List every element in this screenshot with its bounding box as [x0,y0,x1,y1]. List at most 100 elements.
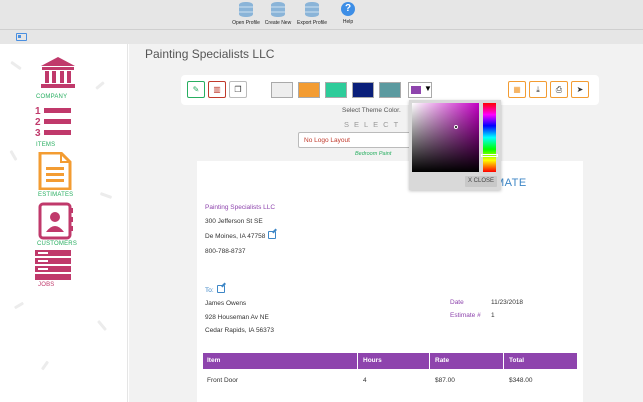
secondary-toolbar [0,30,643,44]
create-new-button[interactable]: Create New [260,2,296,29]
row-rate: $87.00 [435,377,455,384]
color-cursor[interactable] [454,125,458,129]
sidebar-toggle-icon[interactable] [16,33,27,41]
copy-icon: ❐ [234,85,242,94]
customer-street: 928 Houseman Av NE [205,314,269,321]
sidebar-item-items[interactable]: 1 2 3 ITEMS [35,104,84,154]
swatch-navy[interactable] [352,82,374,98]
sidebar-item-company[interactable]: COMPANY [36,56,84,106]
customer-name: James Owens [205,300,247,307]
estimate-document: MATE Painting Specialists LLC 300 Jeffer… [197,161,583,402]
chevron-down-icon: ▼ [424,84,432,93]
print-icon: ⎙ [555,85,563,94]
layout-name: Bedroom Paint [355,151,392,157]
to-row: To: [205,285,225,294]
swatch-teal[interactable] [379,82,401,98]
company-city-row: De Moines, IA 47758 [205,231,277,240]
company-phone: 800-788-8737 [205,248,246,255]
to-label: To: [205,287,214,294]
bank-icon [41,57,75,88]
sidebar-item-estimates-label: ESTIMATES [38,192,74,198]
color-picker-button[interactable]: ▼ [408,82,432,98]
background-pattern [99,192,113,199]
background-pattern [40,360,50,371]
open-profile-label: Open Profile [232,20,260,26]
swatch-orange[interactable] [298,82,320,98]
page-title: Painting Specialists LLC [145,47,275,61]
company-name: Painting Specialists LLC [205,204,276,211]
delete-button[interactable]: ▥ [208,81,226,98]
date-label: Date [450,299,464,306]
copy-button[interactable]: ❐ [229,81,247,98]
trash-icon: ▥ [213,85,221,94]
column-header-item: Item [207,357,221,364]
close-button[interactable]: X CLOSE [465,176,497,187]
row-hours: 4 [363,377,367,384]
background-pattern [13,301,25,310]
company-street: 300 Jefferson St SE [205,218,263,225]
sidebar-item-customers-label: CUSTOMERS [37,241,78,247]
send-button[interactable]: ➤ [571,81,589,98]
sidebar-item-items-label: ITEMS [36,142,56,148]
export-profile-button[interactable]: Export Profile [294,2,330,29]
main-content: Painting Specialists LLC ✎ ▥ ❐ ▼ ▦ ⤓ ⎙ ➤… [129,44,643,402]
contacts-icon [38,202,73,240]
sidebar-item-estimates[interactable]: ESTIMATES [36,152,84,202]
edit-icon: ✎ [192,85,200,94]
database-open-icon [239,2,253,17]
svg-text:2: 2 [35,117,41,128]
download-icon: ⤓ [536,85,540,94]
background-pattern [95,81,105,90]
estimate-toolbar: ✎ ▥ ❐ ▼ ▦ ⤓ ⎙ ➤ [181,75,599,105]
column-divider [357,353,358,369]
svg-text:1: 1 [35,106,41,117]
grid-icon: ▦ [513,85,521,94]
background-pattern [9,149,18,162]
svg-text:3: 3 [35,128,41,138]
column-header-rate: Rate [435,357,450,364]
sidebar: COMPANY 1 2 3 ITEMS ESTIMATES CUSTOMERS … [0,44,128,402]
background-pattern [10,60,22,71]
open-profile-button[interactable]: Open Profile [228,2,264,29]
swatch-gray[interactable] [271,82,293,98]
app-toolbar: Open Profile Create New Export Profile ?… [0,0,643,30]
date-value: 11/23/2018 [491,299,524,306]
table-header: Item Hours Rate Total [203,353,577,369]
database-export-icon [305,2,319,17]
estimate-number-value: 1 [491,312,495,319]
create-new-label: Create New [264,20,292,26]
customer-city: Cedar Rapids, IA 56373 [205,327,275,334]
sidebar-item-customers[interactable]: CUSTOMERS [36,202,84,252]
company-city: De Moines, IA 47758 [205,233,266,240]
column-header-total: Total [509,357,525,364]
help-icon: ? [341,2,355,16]
help-label: Help [342,19,354,25]
color-picker-popup: X CLOSE [409,100,501,190]
help-button[interactable]: ? Help [330,2,366,29]
edit-button[interactable]: ✎ [187,81,205,98]
sidebar-item-jobs[interactable]: JOBS [35,250,84,300]
list-numbered-icon: 1 2 3 [35,106,71,138]
download-button[interactable]: ⤓ [529,81,547,98]
grid-view-button[interactable]: ▦ [508,81,526,98]
theme-hint: Select Theme Color. [342,107,401,114]
column-divider [503,353,504,369]
row-item: Front Door [207,377,239,384]
swatch-green[interactable] [325,82,347,98]
sidebar-item-company-label: COMPANY [36,94,68,100]
hue-slider[interactable] [483,103,496,172]
background-pattern [96,319,108,332]
column-divider [429,353,430,369]
hue-slider-handle[interactable] [481,154,498,157]
print-button[interactable]: ⎙ [550,81,568,98]
saturation-value-area[interactable] [412,103,479,172]
selected-color-chip [411,86,421,94]
sidebar-item-jobs-label: JOBS [38,282,55,288]
edit-address-icon[interactable] [268,231,277,239]
send-icon: ➤ [576,85,584,94]
edit-customer-icon[interactable] [216,285,225,293]
row-total: $348.00 [509,377,533,384]
database-add-icon [271,2,285,17]
column-header-hours: Hours [363,357,382,364]
jobs-icon [35,250,71,280]
